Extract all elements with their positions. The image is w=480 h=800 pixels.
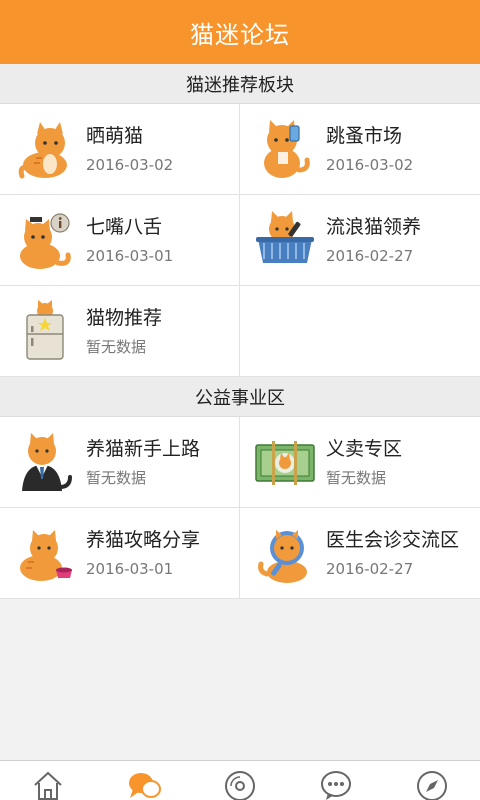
- cat-basket-icon: [254, 209, 316, 271]
- forum-date: 2016-03-02: [326, 156, 414, 174]
- forum-date: 暂无数据: [86, 469, 147, 487]
- tab-disc[interactable]: [192, 761, 288, 800]
- tab-messages[interactable]: [288, 761, 384, 800]
- forum-name: 七嘴八舌: [86, 216, 163, 238]
- forum-item[interactable]: 义卖专区 暂无数据: [240, 417, 480, 508]
- forum-name: 流浪猫领养: [326, 216, 422, 238]
- cat-phone-icon: [254, 118, 316, 180]
- compass-icon: [417, 771, 447, 800]
- cat-fridge-icon: [14, 300, 76, 362]
- forum-name: 养猫攻略分享: [86, 529, 201, 551]
- forum-item[interactable]: 养猫新手上路 暂无数据: [0, 417, 240, 508]
- bottom-tab-bar: [0, 760, 480, 800]
- forum-grid-charity: 养猫新手上路 暂无数据 义卖专区 暂无数据 养猫攻略分享 2016-03-01 …: [0, 417, 480, 599]
- empty-cell: [240, 286, 480, 377]
- chat-bubbles-icon: [129, 773, 161, 798]
- forum-item[interactable]: 七嘴八舌 2016-03-01: [0, 195, 240, 286]
- forum-item[interactable]: 跳蚤市场 2016-03-02: [240, 104, 480, 195]
- forum-name: 义卖专区: [326, 438, 403, 460]
- forum-item[interactable]: 流浪猫领养 2016-02-27: [240, 195, 480, 286]
- cat-money-icon: [254, 431, 316, 493]
- forum-name: 猫物推荐: [86, 307, 163, 329]
- forum-item[interactable]: 猫物推荐 暂无数据: [0, 286, 240, 377]
- forum-grid-recommended: 晒萌猫 2016-03-02 跳蚤市场 2016-03-02 七嘴八舌 2016…: [0, 104, 480, 377]
- tab-home[interactable]: [0, 761, 96, 800]
- tab-discover[interactable]: [384, 761, 480, 800]
- cat-suit-icon: [14, 431, 76, 493]
- forum-name: 晒萌猫: [86, 125, 144, 147]
- more-bubble-icon: [321, 771, 351, 800]
- home-icon: [34, 771, 62, 800]
- cat-bowl-icon: [14, 522, 76, 584]
- forum-date: 2016-02-27: [326, 560, 414, 578]
- section-title-recommended: 猫迷推荐板块: [0, 64, 480, 104]
- forum-name: 跳蚤市场: [326, 125, 403, 147]
- forum-date: 2016-03-02: [86, 156, 174, 174]
- forum-item[interactable]: 医生会诊交流区 2016-02-27: [240, 508, 480, 599]
- forum-date: 暂无数据: [86, 338, 147, 356]
- disc-icon: [225, 771, 255, 800]
- app-header: 猫迷论坛: [0, 0, 480, 64]
- forum-date: 2016-02-27: [326, 247, 414, 265]
- page-title: 猫迷论坛: [190, 20, 290, 49]
- tab-forum[interactable]: [96, 761, 192, 800]
- forum-item[interactable]: 养猫攻略分享 2016-03-01: [0, 508, 240, 599]
- cat-magnifier-icon: [254, 522, 316, 584]
- forum-item[interactable]: 晒萌猫 2016-03-02: [0, 104, 240, 195]
- forum-name: 医生会诊交流区: [326, 529, 460, 551]
- forum-date: 2016-03-01: [86, 247, 174, 265]
- section-title-charity: 公益事业区: [0, 377, 480, 417]
- cat-info-icon: [14, 209, 76, 271]
- forum-date: 暂无数据: [326, 469, 387, 487]
- cat-sitting-icon: [14, 118, 76, 180]
- forum-name: 养猫新手上路: [86, 438, 201, 460]
- forum-date: 2016-03-01: [86, 560, 174, 578]
